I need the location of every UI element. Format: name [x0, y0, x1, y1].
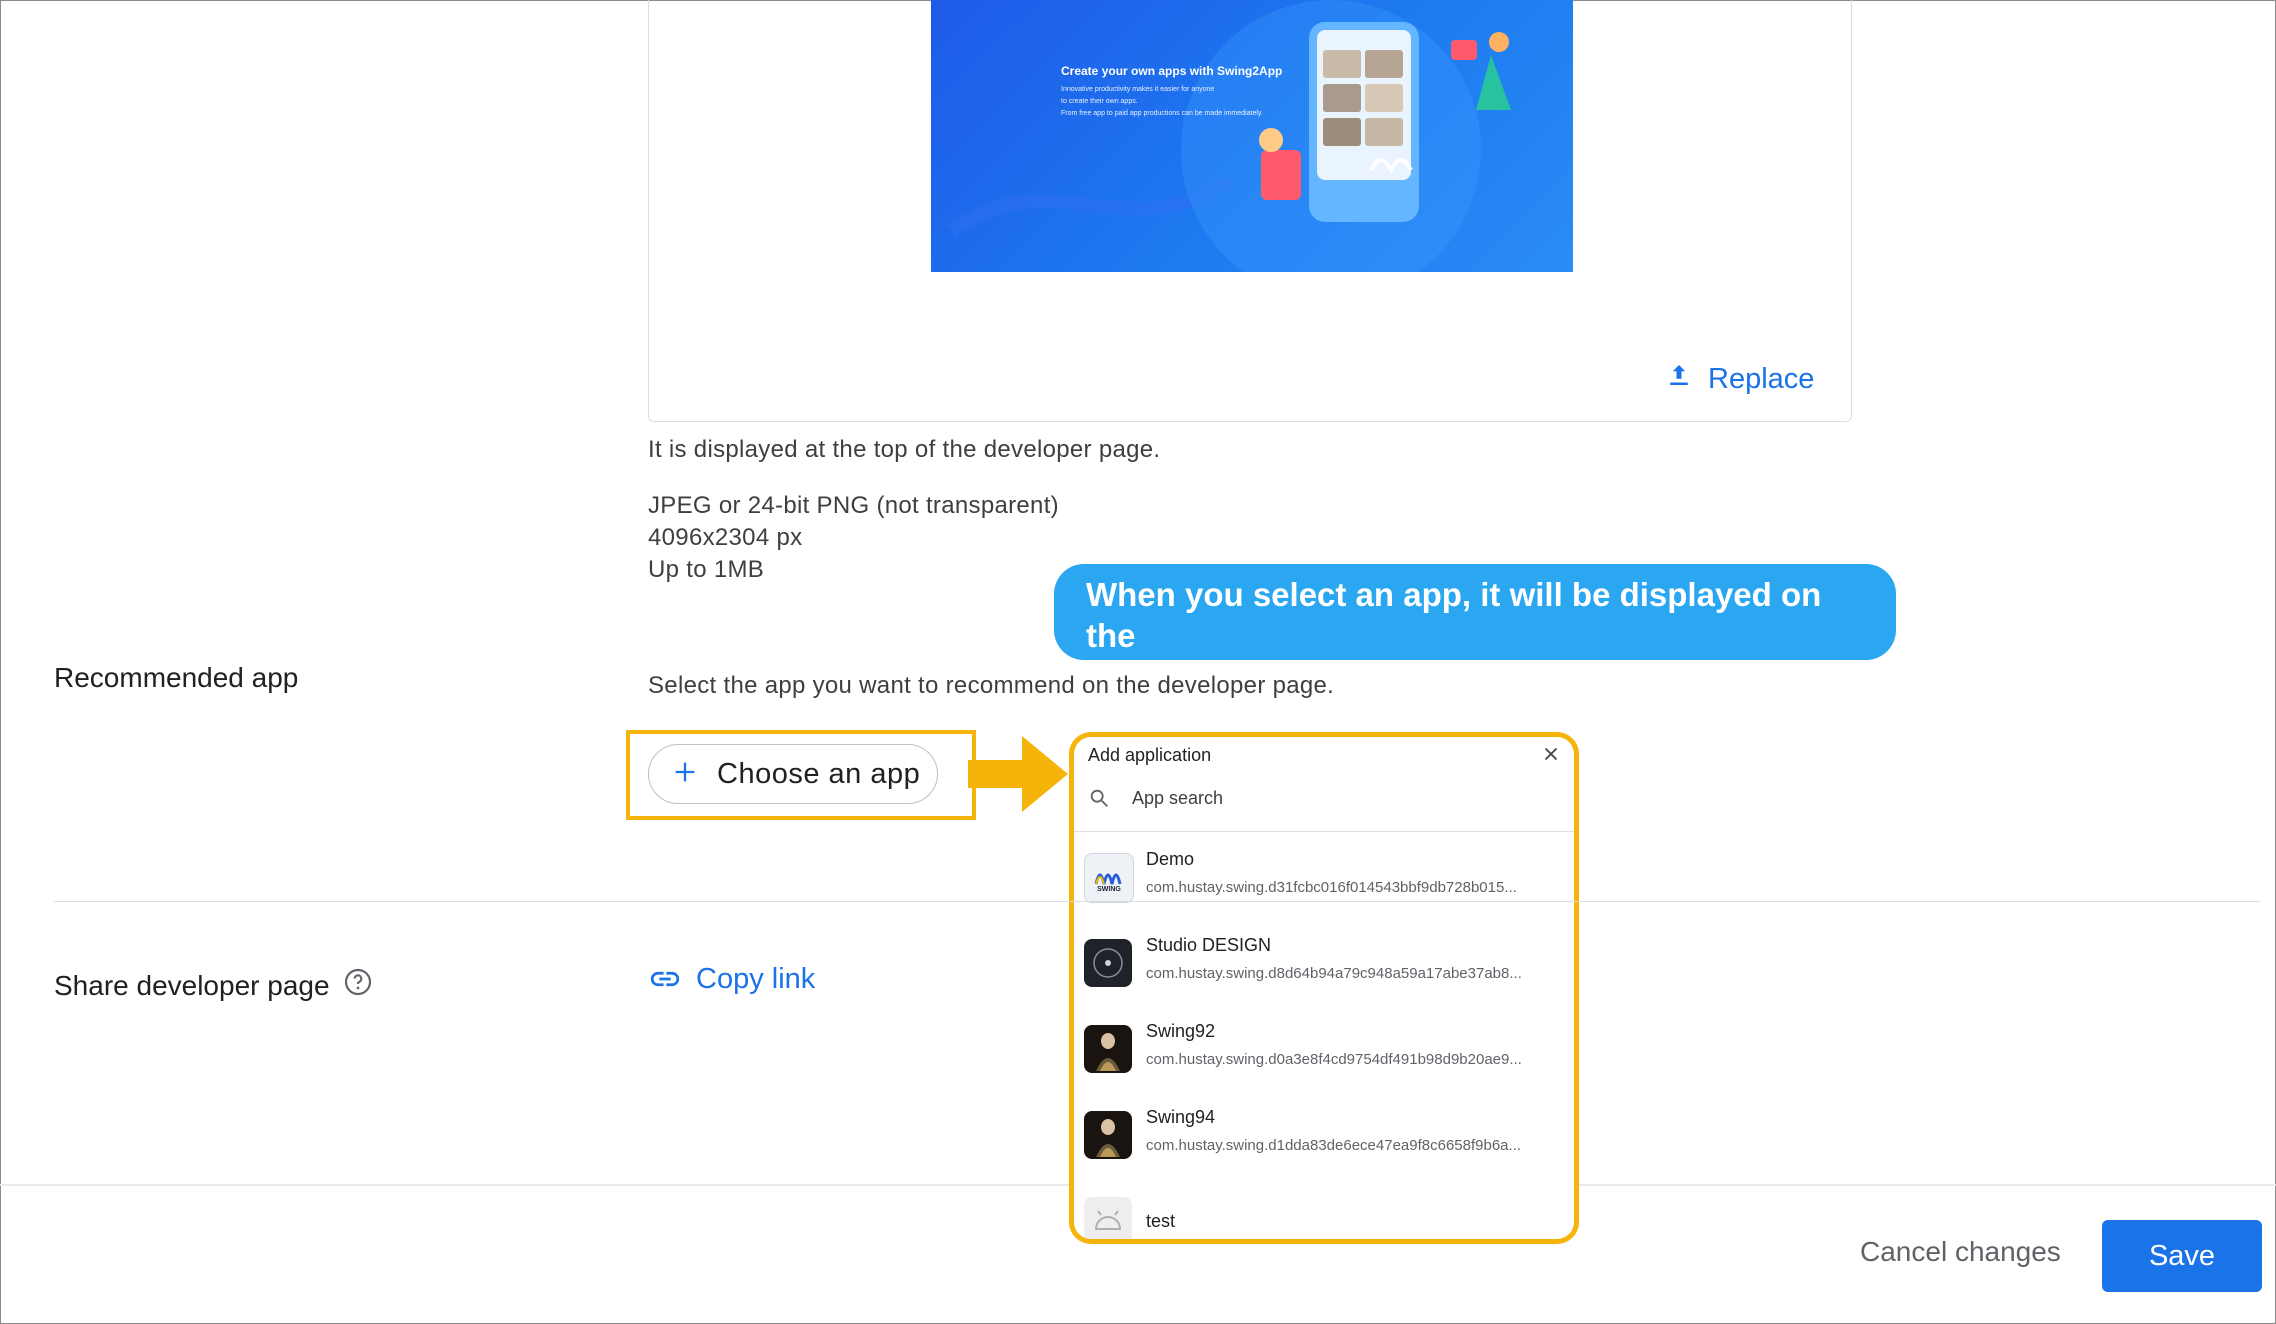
banner-line: From free app to paid app productions ca…	[1061, 110, 1263, 117]
upload-icon	[1664, 360, 1694, 398]
app-package: com.hustay.swing.d0a3e8f4cd9754df491b98d…	[1146, 1051, 1522, 1068]
arrow-right-icon	[968, 736, 1068, 812]
spec-size: 4096x2304 px	[648, 524, 803, 551]
footer-divider	[0, 1184, 1069, 1186]
plus-icon	[671, 758, 699, 791]
callout-line: When you select an app, it will be displ…	[1086, 576, 1822, 654]
banner-line: Innovative productivity makes it easier …	[1061, 86, 1215, 93]
share-section: Share developer page	[54, 966, 374, 1005]
choose-app-button[interactable]: Choose an app	[648, 744, 938, 804]
search-icon	[1090, 789, 1108, 807]
section-divider	[54, 901, 2260, 902]
app-list-item[interactable]: SWING Demo com.hustay.swing.d31fcbc016f0…	[1084, 845, 1574, 921]
tooltip-callout: When you select an app, it will be displ…	[1054, 564, 1896, 736]
demo-icon-text: SWING	[1097, 885, 1121, 893]
replace-label: Replace	[1708, 362, 1815, 395]
app-list-item[interactable]: Studio DESIGN com.hustay.swing.d8d64b94a…	[1084, 931, 1574, 1007]
share-developer-page-label: Share developer page	[54, 969, 330, 1001]
copy-link-label: Copy link	[696, 962, 816, 995]
header-image-preview: Create your own apps with Swing2App Inno…	[931, 0, 1573, 272]
app-icon-demo: SWING	[1084, 853, 1134, 903]
app-package: com.hustay.swing.d1dda83de6ece47ea9f8c66…	[1146, 1137, 1522, 1154]
footer-divider	[1579, 1184, 2276, 1186]
app-search-placeholder: App search	[1132, 787, 1224, 808]
app-package: com.hustay.swing.d31fcbc016f014543bbf9db…	[1146, 879, 1517, 896]
close-icon[interactable]	[1540, 743, 1562, 770]
recommended-app-label: Recommended app	[54, 662, 299, 693]
header-help-text: It is displayed at the top of the develo…	[648, 436, 1161, 463]
save-button[interactable]: Save	[2102, 1220, 2262, 1292]
spec-limit: Up to 1MB	[648, 556, 765, 583]
banner-illustration	[946, 0, 1511, 272]
recommended-app-description: Select the app you want to recommend on …	[648, 672, 1335, 699]
app-icon-swing92	[1084, 1025, 1132, 1073]
app-name: Studio DESIGN	[1146, 935, 1272, 955]
replace-button[interactable]: Replace	[1664, 360, 1814, 398]
app-name: test	[1146, 1211, 1176, 1231]
dialog-title: Add application	[1088, 745, 1212, 765]
help-icon[interactable]	[342, 966, 374, 1005]
copy-link-button[interactable]: Copy link	[648, 962, 815, 996]
choose-app-label: Choose an app	[717, 757, 921, 790]
banner-title: Create your own apps with Swing2App	[1061, 64, 1283, 78]
spec-format: JPEG or 24-bit PNG (not transparent)	[648, 492, 1059, 519]
banner-line: to create their own apps.	[1061, 98, 1138, 105]
app-name: Swing92	[1146, 1021, 1216, 1041]
app-package: com.hustay.swing.d8d64b94a79c948a59a17ab…	[1146, 965, 1522, 982]
app-name: Demo	[1146, 849, 1195, 869]
app-list-item[interactable]: Swing94 com.hustay.swing.d1dda83de6ece47…	[1084, 1103, 1574, 1179]
app-list-item[interactable]: test	[1084, 1189, 1574, 1239]
link-icon	[650, 971, 680, 987]
app-icon-swing94	[1084, 1111, 1132, 1159]
app-search-input[interactable]: App search	[1088, 787, 1223, 809]
app-icon-studio-design	[1084, 939, 1132, 987]
app-list-item[interactable]: Swing92 com.hustay.swing.d0a3e8f4cd9754d…	[1084, 1017, 1574, 1093]
add-application-dialog: Add application App search SWING Demo co…	[1069, 732, 1579, 1244]
divider	[1074, 831, 1574, 832]
android-icon	[1084, 1197, 1132, 1239]
app-name: Swing94	[1146, 1107, 1216, 1127]
cancel-changes-button[interactable]: Cancel changes	[1860, 1236, 2061, 1268]
